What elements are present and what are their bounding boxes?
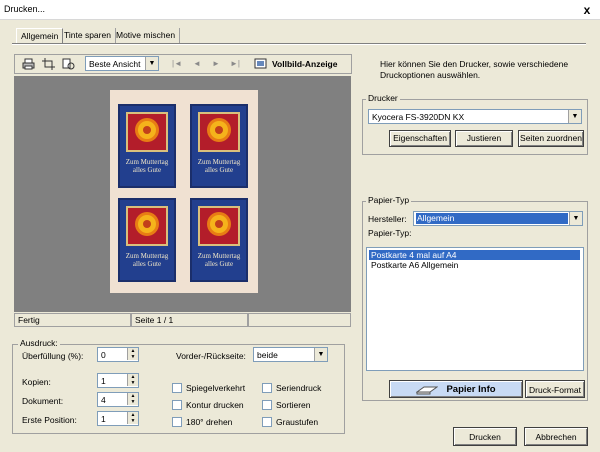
flower-image	[126, 112, 168, 152]
view-select-value: Beste Ansicht	[89, 59, 141, 69]
drehen-180-label: 180° drehen	[186, 417, 233, 427]
printer-select-value: Kyocera FS-3920DN KX	[372, 112, 465, 122]
cancel-button[interactable]: Abbrechen	[524, 427, 588, 446]
print-button[interactable]: Drucken	[453, 427, 517, 446]
spin-down-icon[interactable]: ▼	[127, 380, 138, 386]
dokument-stepper[interactable]: 4 ▲ ▼	[97, 392, 139, 407]
flower-image	[198, 206, 240, 246]
flower-image	[126, 206, 168, 246]
status-extra	[248, 313, 351, 327]
seriendruck-label: Seriendruck	[276, 383, 322, 393]
page-indicator: Seite 1 / 1	[131, 313, 248, 327]
status-text: Fertig	[14, 313, 131, 327]
papier-typ-label: Papier-Typ	[366, 195, 412, 205]
spiegelverkehrt-checkbox[interactable]	[172, 383, 182, 393]
tab-motive-mischen[interactable]: Motive mischen	[112, 28, 181, 44]
papier-typ-field-label: Papier-Typ:	[368, 228, 412, 238]
postcard: Zum Muttertag alles Gute	[118, 198, 176, 282]
title-bar: Drucken... x	[0, 0, 600, 20]
ueberfuellung-stepper[interactable]: 0 ▲ ▼	[97, 347, 139, 362]
graustufen-label: Graustufen	[276, 417, 319, 427]
erste-position-stepper[interactable]: 1 ▲ ▼	[97, 411, 139, 426]
last-page-icon[interactable]: ►|	[230, 59, 240, 68]
printer-icon[interactable]	[22, 58, 35, 70]
tab-tinte-sparen[interactable]: Tinte sparen	[60, 28, 116, 44]
ausdruck-label: Ausdruck:	[18, 338, 60, 348]
flower-image	[198, 112, 240, 152]
fullscreen-icon[interactable]	[254, 58, 267, 70]
papier-info-button[interactable]: Papier Info	[389, 380, 523, 398]
hersteller-value: Allgemein	[416, 213, 568, 224]
spin-down-icon[interactable]: ▼	[127, 418, 138, 424]
view-select[interactable]: Beste Ansicht ▼	[85, 56, 159, 71]
seriendruck-checkbox[interactable]	[262, 383, 272, 393]
seiten-zuordnen-button[interactable]: Seiten zuordnen	[518, 130, 584, 147]
prev-page-icon[interactable]: ◄	[193, 59, 201, 68]
card-text: Zum Muttertag alles Gute	[125, 252, 169, 268]
drehen-180-checkbox[interactable]	[172, 417, 182, 427]
tab-divider	[12, 43, 586, 45]
kopien-stepper[interactable]: 1 ▲ ▼	[97, 373, 139, 388]
dokument-value: 4	[101, 395, 106, 405]
list-item[interactable]: Postkarte A6 Allgemein	[369, 260, 458, 270]
vorder-rueckseite-select[interactable]: beide ▼	[253, 347, 328, 362]
list-item[interactable]: Postkarte 4 mal auf A4	[369, 250, 580, 260]
postcard: Zum Muttertag alles Gute	[118, 104, 176, 188]
card-text: Zum Muttertag alles Gute	[125, 158, 169, 174]
description-text: Hier können Sie den Drucker, sowie versc…	[380, 59, 569, 80]
justieren-button[interactable]: Justieren	[455, 130, 513, 147]
chevron-down-icon: ▼	[568, 110, 581, 123]
eigenschaften-button[interactable]: Eigenschaften	[389, 130, 451, 147]
hersteller-select[interactable]: Allgemein ▼	[413, 211, 583, 226]
first-page-icon[interactable]: |◄	[172, 59, 182, 68]
chevron-down-icon: ▼	[145, 57, 158, 70]
kontur-drucken-checkbox[interactable]	[172, 400, 182, 410]
kopien-value: 1	[101, 376, 106, 386]
chevron-down-icon: ▼	[569, 212, 582, 225]
preview-page: Zum Muttertag alles Gute Zum Muttertag a…	[110, 90, 258, 293]
spiegelverkehrt-label: Spiegelverkehrt	[186, 383, 246, 393]
crop-icon[interactable]	[42, 58, 55, 70]
fullscreen-label[interactable]: Vollbild-Anzeige	[272, 59, 351, 69]
sortieren-label: Sortieren	[276, 400, 311, 410]
card-text: Zum Muttertag alles Gute	[197, 252, 241, 268]
dokument-label: Dokument:	[22, 396, 64, 406]
printer-select[interactable]: Kyocera FS-3920DN KX ▼	[368, 109, 582, 124]
paper-stack-icon	[415, 384, 440, 395]
ueberfuellung-label: Überfüllung (%):	[22, 351, 84, 361]
kopien-label: Kopien:	[22, 377, 51, 387]
chevron-down-icon: ▼	[314, 348, 327, 361]
druck-format-button[interactable]: Druck-Format	[525, 380, 585, 398]
ueberfuellung-value: 0	[101, 350, 106, 360]
window-title: Drucken...	[4, 4, 46, 14]
postcard: Zum Muttertag alles Gute	[190, 198, 248, 282]
paper-type-list[interactable]: Postkarte 4 mal auf A4 Postkarte A6 Allg…	[366, 247, 584, 371]
kontur-drucken-label: Kontur drucken	[186, 400, 244, 410]
erste-position-label: Erste Position:	[22, 415, 77, 425]
spin-down-icon[interactable]: ▼	[127, 399, 138, 405]
erste-position-value: 1	[101, 414, 106, 424]
next-page-icon[interactable]: ►	[212, 59, 220, 68]
close-button[interactable]: x	[580, 3, 594, 17]
drucker-label: Drucker	[366, 93, 400, 103]
page-setup-icon[interactable]	[62, 58, 75, 70]
papier-info-label: Papier Info	[446, 384, 496, 395]
graustufen-checkbox[interactable]	[262, 417, 272, 427]
postcard: Zum Muttertag alles Gute	[190, 104, 248, 188]
vorder-rueckseite-value: beide	[257, 350, 278, 360]
spin-down-icon[interactable]: ▼	[127, 354, 138, 360]
sortieren-checkbox[interactable]	[262, 400, 272, 410]
vorder-rueckseite-label: Vorder-/Rückseite:	[176, 351, 246, 361]
hersteller-label: Hersteller:	[368, 214, 407, 224]
card-text: Zum Muttertag alles Gute	[197, 158, 241, 174]
